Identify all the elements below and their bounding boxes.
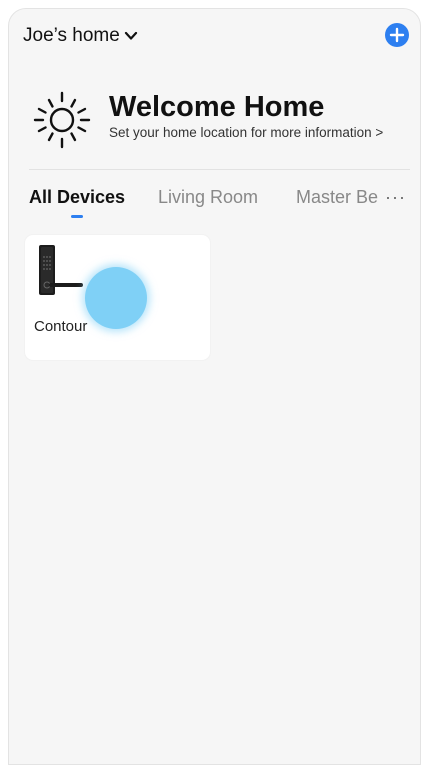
plus-circle-icon <box>389 27 405 43</box>
room-tabs: All Devices Living Room Master Be ··· <box>29 187 410 227</box>
divider <box>29 169 410 170</box>
tab-all-devices[interactable]: All Devices <box>29 187 125 208</box>
welcome-title: Welcome Home <box>109 91 325 123</box>
active-tab-indicator <box>71 215 83 218</box>
home-selector[interactable]: Joe’s home <box>23 25 138 47</box>
welcome-banner: Welcome Home Set your home location for … <box>29 87 410 167</box>
add-device-button[interactable] <box>385 23 409 47</box>
home-name: Joe’s home <box>23 25 120 46</box>
smart-lock-icon <box>39 245 83 295</box>
app-screen: Joe’s home Welcome Home Set your home lo… <box>8 8 421 765</box>
touch-indicator <box>85 267 147 329</box>
set-location-link[interactable]: Set your home location for more informat… <box>109 125 383 140</box>
device-name: Contour <box>34 318 88 335</box>
chevron-down-icon <box>124 29 138 43</box>
sun-icon <box>33 91 91 149</box>
tab-living-room[interactable]: Living Room <box>158 187 258 208</box>
more-tabs-icon[interactable]: ··· <box>385 187 406 208</box>
tab-master-bedroom[interactable]: Master Be <box>296 187 378 208</box>
